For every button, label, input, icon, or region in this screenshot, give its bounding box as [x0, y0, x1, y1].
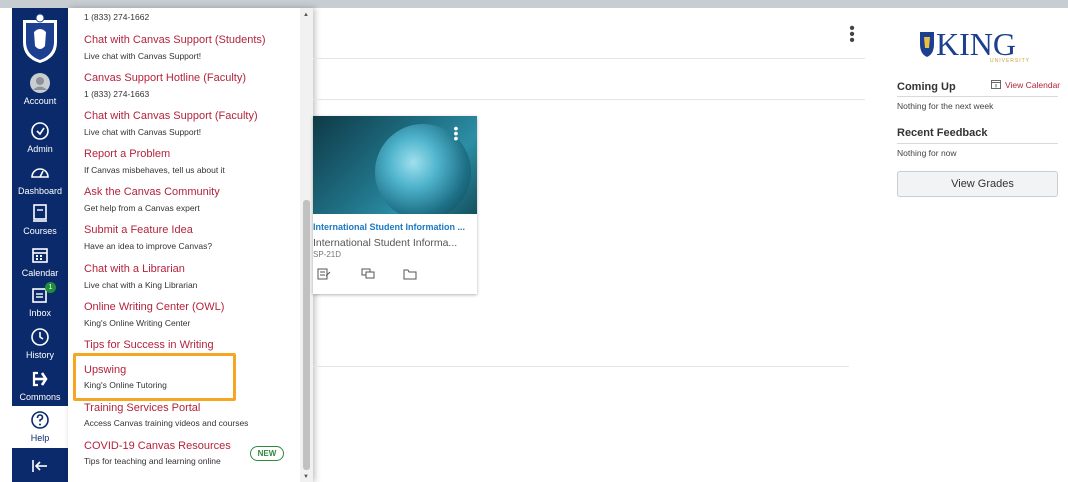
nav-calendar[interactable]: Calendar — [12, 244, 68, 278]
coming-up-heading: Coming Up — [897, 81, 956, 93]
top-bar — [0, 0, 1068, 8]
help-icon — [31, 411, 49, 429]
recent-feedback-heading: Recent Feedback — [897, 127, 988, 139]
subheader-divider — [313, 99, 865, 100]
scroll-up-arrow-icon[interactable]: ▲ — [303, 12, 309, 18]
help-link-chat-students[interactable]: Chat with Canvas Support (Students) — [84, 34, 266, 46]
logo-subtext: UNIVERSITY — [990, 58, 1030, 64]
new-badge: NEW — [250, 446, 284, 461]
view-calendar-link[interactable]: View Calendar — [991, 79, 1060, 90]
logo-wordmark: KING — [936, 28, 1016, 62]
account-icon — [30, 73, 50, 93]
nav-dashboard-label: Dashboard — [17, 186, 63, 196]
help-link-writing-tips[interactable]: Tips for Success in Writing — [84, 339, 214, 351]
content-divider — [313, 366, 849, 367]
view-grades-button[interactable]: View Grades — [897, 171, 1058, 197]
scrollbar-thumb[interactable] — [303, 200, 310, 470]
help-link-librarian[interactable]: Chat with a Librarian — [84, 263, 185, 275]
help-link-training-portal[interactable]: Training Services Portal — [84, 402, 200, 414]
help-link-owl[interactable]: Online Writing Center (OWL) — [84, 301, 224, 313]
help-desc-librarian: Live chat with a King Librarian — [84, 280, 198, 290]
nav-account[interactable]: Account — [12, 72, 68, 106]
courses-icon — [33, 204, 47, 222]
help-desc-upswing: King's Online Tutoring — [84, 380, 167, 390]
nav-account-label: Account — [23, 96, 57, 106]
nav-inbox[interactable]: 1 Inbox — [12, 282, 68, 318]
collapse-nav-icon — [32, 460, 47, 472]
nav-history[interactable]: History — [12, 326, 68, 360]
course-card-code: SP-21D — [313, 250, 342, 259]
help-link-chat-faculty[interactable]: Chat with Canvas Support (Faculty) — [84, 110, 258, 122]
history-icon — [31, 328, 49, 346]
feedback-empty-text: Nothing for now — [897, 148, 957, 158]
course-card-subtitle: International Student Informa... — [313, 237, 458, 249]
admin-shield-icon — [31, 122, 49, 140]
nav-commons[interactable]: Commons — [12, 368, 68, 402]
help-link-report-problem[interactable]: Report a Problem — [84, 148, 170, 160]
nav-admin-label: Admin — [27, 144, 53, 154]
help-desc-canvas-community: Get help from a Canvas expert — [84, 203, 200, 213]
help-desc-report-problem: If Canvas misbehaves, tell us about it — [84, 165, 225, 175]
files-folder-icon[interactable] — [403, 268, 417, 280]
king-crest-logo[interactable] — [19, 12, 61, 64]
help-desc-training-portal: Access Canvas training videos and course… — [84, 418, 249, 428]
help-link-hotline-faculty[interactable]: Canvas Support Hotline (Faculty) — [84, 72, 246, 84]
coming-up-empty-text: Nothing for the next week — [897, 101, 994, 111]
help-desc-chat-faculty: Live chat with Canvas Support! — [84, 127, 202, 137]
nav-help[interactable]: Help — [12, 406, 68, 448]
course-card-options-kebab-icon[interactable]: • • • — [453, 121, 459, 145]
nav-dashboard[interactable]: Dashboard — [12, 162, 68, 196]
nav-courses-label: Courses — [23, 226, 57, 236]
help-tray: 1 (833) 274-1662 Chat with Canvas Suppor… — [68, 8, 313, 482]
assignments-icon[interactable] — [317, 268, 331, 280]
dashboard-icon — [31, 168, 49, 178]
calendar-small-icon — [991, 80, 1001, 89]
scroll-down-arrow-icon[interactable]: ▼ — [303, 474, 309, 480]
upswing-highlight-box — [73, 353, 236, 401]
king-university-logo[interactable]: KING UNIVERSITY — [918, 28, 1038, 64]
nav-admin[interactable]: Admin — [12, 120, 68, 154]
help-link-feature-idea[interactable]: Submit a Feature Idea — [84, 224, 193, 236]
help-link-canvas-community[interactable]: Ask the Canvas Community — [84, 186, 220, 198]
help-desc-chat-students: Live chat with Canvas Support! — [84, 51, 202, 61]
help-link-covid-resources[interactable]: COVID-19 Canvas Resources — [84, 440, 231, 452]
header-divider — [313, 58, 865, 59]
nav-inbox-label: Inbox — [28, 308, 52, 318]
calendar-icon — [32, 248, 48, 263]
discussions-icon[interactable] — [361, 268, 375, 280]
feedback-divider — [897, 143, 1058, 144]
help-tray-scrollbar[interactable]: ▲ ▼ — [300, 8, 313, 482]
dashboard-options-kebab-icon[interactable]: • • • — [848, 21, 856, 49]
course-card[interactable]: • • • International Student Information ..… — [313, 116, 477, 294]
collapse-nav-button[interactable] — [12, 448, 68, 482]
help-desc-hotline-faculty: 1 (833) 274-1663 — [84, 89, 150, 99]
inbox-unread-badge: 1 — [45, 282, 56, 293]
help-phone-students: 1 (833) 274-1662 — [84, 12, 150, 22]
coming-up-divider — [897, 96, 1058, 97]
help-desc-feature-idea: Have an idea to improve Canvas? — [84, 241, 213, 251]
course-card-title[interactable]: International Student Information ... — [313, 222, 465, 232]
global-nav: Account Admin Dashboard Courses Calendar — [12, 8, 68, 482]
help-desc-covid-resources: Tips for teaching and learning online — [84, 456, 221, 466]
nav-help-label: Help — [30, 433, 50, 443]
course-card-image[interactable]: • • • — [313, 116, 477, 214]
nav-courses[interactable]: Courses — [12, 202, 68, 236]
nav-history-label: History — [25, 350, 54, 360]
view-calendar-label: View Calendar — [1005, 80, 1061, 90]
commons-icon — [32, 371, 48, 387]
help-link-upswing[interactable]: Upswing — [84, 364, 126, 376]
nav-commons-label: Commons — [19, 392, 61, 402]
help-desc-owl: King's Online Writing Center — [84, 318, 191, 328]
nav-calendar-label: Calendar — [21, 268, 59, 278]
